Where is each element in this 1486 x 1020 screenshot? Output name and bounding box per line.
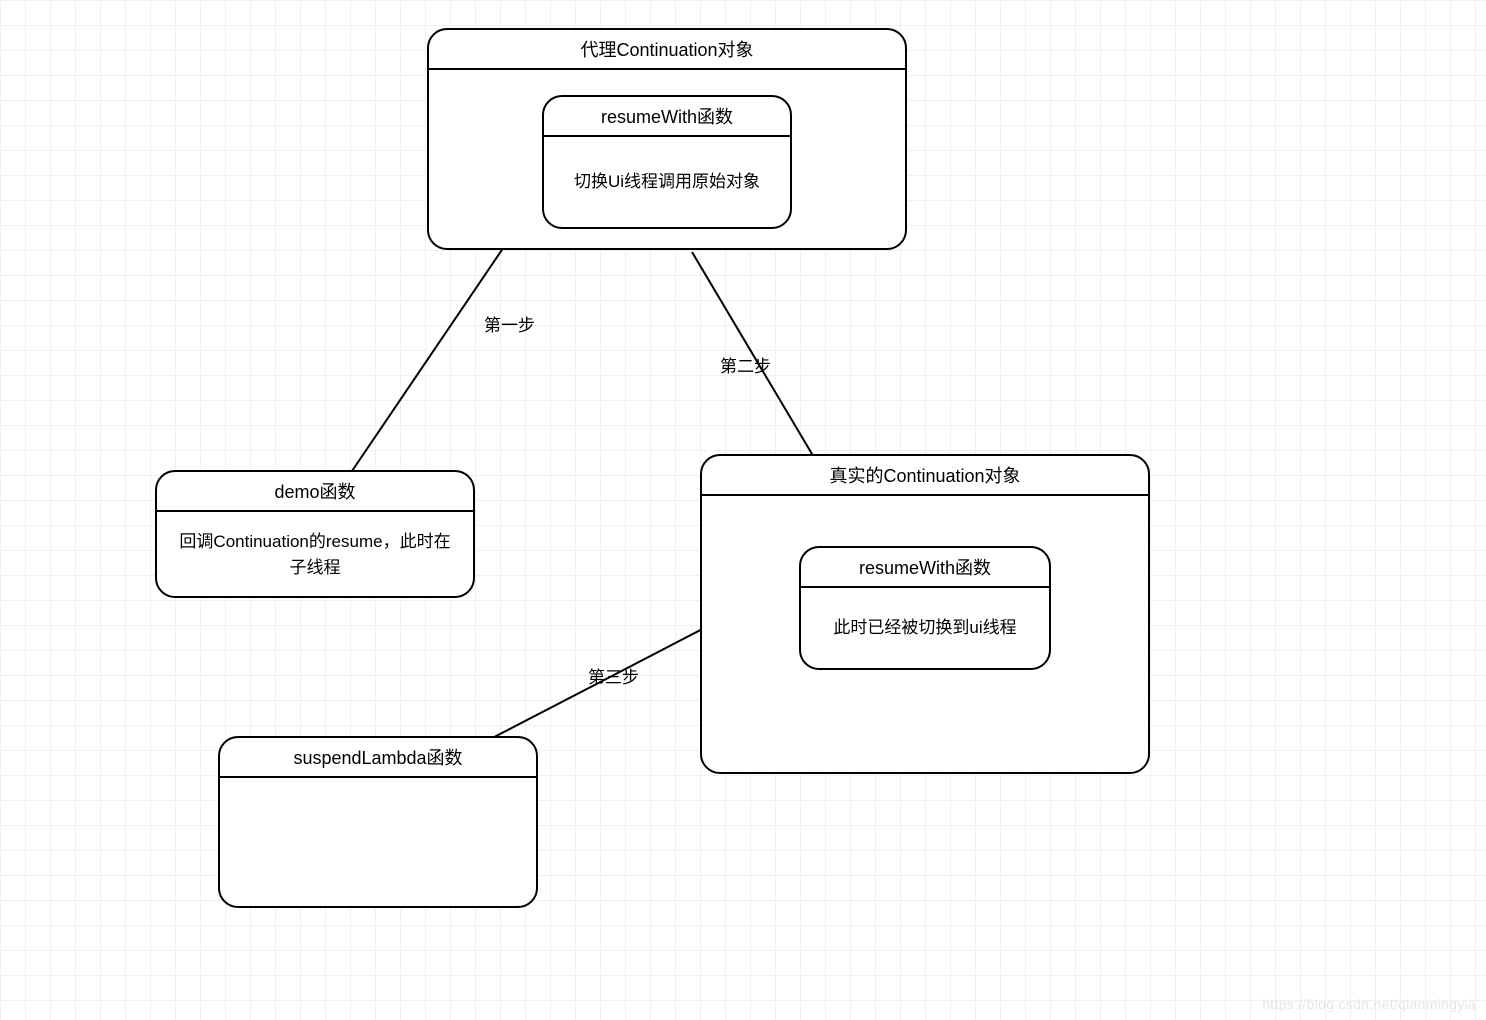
step3-label: 第三步 [588,663,639,688]
real-inner-body: 此时已经被切换到ui线程 [801,588,1049,668]
suspend-lambda-node: suspendLambda函数 [218,736,538,908]
real-inner-title: resumeWith函数 [801,548,1049,588]
proxy-title: 代理Continuation对象 [429,30,905,70]
real-continuation-node: 真实的Continuation对象 resumeWith函数 此时已经被切换到u… [700,454,1150,774]
real-title: 真实的Continuation对象 [702,456,1148,496]
proxy-inner-title: resumeWith函数 [544,97,790,137]
proxy-inner-node: resumeWith函数 切换Ui线程调用原始对象 [542,95,792,229]
proxy-inner-body: 切换Ui线程调用原始对象 [544,137,790,227]
watermark: https://blog.csdn.net/qlanmingyia [1262,996,1476,1012]
demo-body: 回调Continuation的resume，此时在子线程 [157,512,473,597]
step1-label: 第一步 [484,311,535,336]
demo-title: demo函数 [157,472,473,512]
demo-node: demo函数 回调Continuation的resume，此时在子线程 [155,470,475,598]
suspend-body [220,778,536,905]
real-inner-node: resumeWith函数 此时已经被切换到ui线程 [799,546,1051,670]
proxy-continuation-node: 代理Continuation对象 resumeWith函数 切换Ui线程调用原始… [427,28,907,250]
suspend-title: suspendLambda函数 [220,738,536,778]
step2-label: 第二步 [720,352,771,377]
